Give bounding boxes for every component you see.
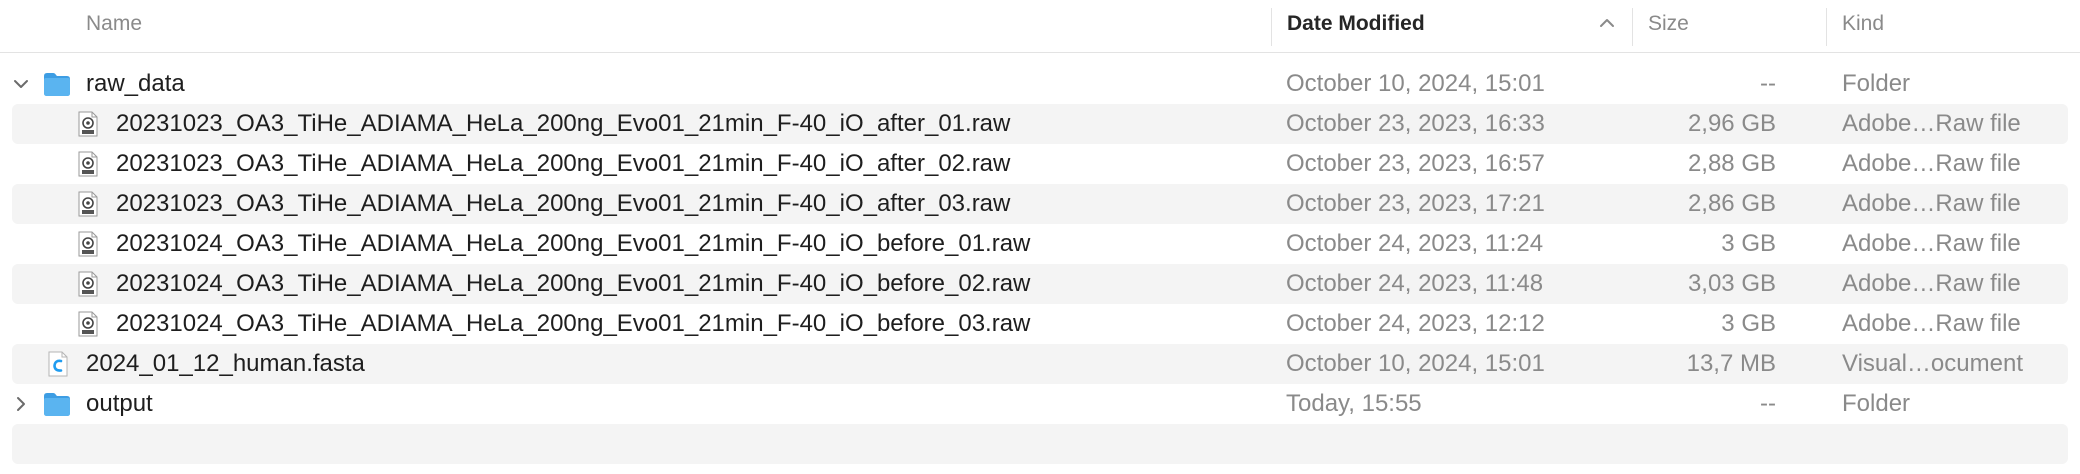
file-size: 3 GB [1721,310,1776,337]
file-size: 3 GB [1721,230,1776,257]
vscode-document-icon [48,351,68,382]
folder-row[interactable]: raw_data October 10, 2024, 15:01 -- Folder [12,64,2068,104]
file-kind: Adobe…Raw file [1842,310,2021,337]
file-row[interactable]: 20231024_OA3_TiHe_ADIAMA_HeLa_200ng_Evo0… [12,224,2068,264]
column-divider[interactable] [1826,8,1827,46]
file-row[interactable]: 20231024_OA3_TiHe_ADIAMA_HeLa_200ng_Evo0… [12,304,2068,344]
file-name: 20231023_OA3_TiHe_ADIAMA_HeLa_200ng_Evo0… [116,110,1011,137]
folder-row[interactable]: output Today, 15:55 -- Folder [12,384,2068,424]
file-name: 20231023_OA3_TiHe_ADIAMA_HeLa_200ng_Evo0… [116,190,1011,217]
column-header-name[interactable]: Name [86,0,142,52]
file-name: 20231023_OA3_TiHe_ADIAMA_HeLa_200ng_Evo0… [116,150,1011,177]
file-kind: Adobe…Raw file [1842,190,2021,217]
file-size: 2,96 GB [1687,110,1776,137]
column-divider[interactable] [1271,8,1272,46]
file-name: 2024_01_12_human.fasta [86,350,365,377]
file-size: 2,86 GB [1687,190,1776,217]
file-name: 20231024_OA3_TiHe_ADIAMA_HeLa_200ng_Evo0… [116,230,1031,257]
file-row[interactable]: 20231023_OA3_TiHe_ADIAMA_HeLa_200ng_Evo0… [12,104,2068,144]
file-row[interactable]: 20231023_OA3_TiHe_ADIAMA_HeLa_200ng_Evo0… [12,184,2068,224]
folder-icon [42,71,72,102]
date-modified: October 10, 2024, 15:01 [1286,70,1545,97]
column-header-size[interactable]: Size [1648,0,1689,52]
date-modified: October 23, 2023, 17:21 [1286,190,1545,217]
column-header-kind[interactable]: Kind [1842,0,1884,52]
file-row[interactable]: 20231024_OA3_TiHe_ADIAMA_HeLa_200ng_Evo0… [12,264,2068,304]
date-modified: October 24, 2023, 12:12 [1286,310,1545,337]
file-kind: Adobe…Raw file [1842,150,2021,177]
file-kind: Folder [1842,70,1911,97]
file-size: -- [1760,70,1776,97]
date-modified: October 10, 2024, 15:01 [1286,350,1545,377]
file-name: raw_data [86,70,185,97]
folder-icon [42,391,72,422]
raw-file-icon [78,311,98,342]
column-header-bar: Name Date Modified Size Kind [0,0,2080,53]
sort-ascending-icon[interactable] [1596,12,1618,34]
finder-list-view: Name Date Modified Size Kind raw_data Oct… [0,0,2080,474]
file-size: 3,03 GB [1687,270,1776,297]
file-name: 20231024_OA3_TiHe_ADIAMA_HeLa_200ng_Evo0… [116,310,1031,337]
date-modified: Today, 15:55 [1286,390,1422,417]
date-modified: October 23, 2023, 16:57 [1286,150,1545,177]
raw-file-icon [78,191,98,222]
date-modified: October 23, 2023, 16:33 [1286,110,1545,137]
date-modified: October 24, 2023, 11:48 [1286,270,1544,297]
column-header-date-modified[interactable]: Date Modified [1287,0,1425,52]
column-divider[interactable] [1632,8,1633,46]
file-kind: Adobe…Raw file [1842,230,2021,257]
file-size: 2,88 GB [1687,150,1776,177]
raw-file-icon [78,111,98,142]
file-kind: Adobe…Raw file [1842,110,2021,137]
file-name: 20231024_OA3_TiHe_ADIAMA_HeLa_200ng_Evo0… [116,270,1031,297]
file-name: output [86,390,153,417]
raw-file-icon [78,271,98,302]
file-row[interactable]: 2024_01_12_human.fasta October 10, 2024, … [12,344,2068,384]
file-row[interactable]: 20231023_OA3_TiHe_ADIAMA_HeLa_200ng_Evo0… [12,144,2068,184]
raw-file-icon [78,231,98,262]
file-size: -- [1760,390,1776,417]
file-kind: Adobe…Raw file [1842,270,2021,297]
file-kind: Folder [1842,390,1911,417]
chevron-down-icon[interactable] [10,73,32,95]
raw-file-icon [78,151,98,182]
file-size: 13,7 MB [1686,350,1776,377]
file-kind: Visual…ocument [1842,350,2023,377]
chevron-right-icon[interactable] [10,393,32,415]
date-modified: October 24, 2023, 11:24 [1286,230,1544,257]
empty-row [12,424,2068,464]
